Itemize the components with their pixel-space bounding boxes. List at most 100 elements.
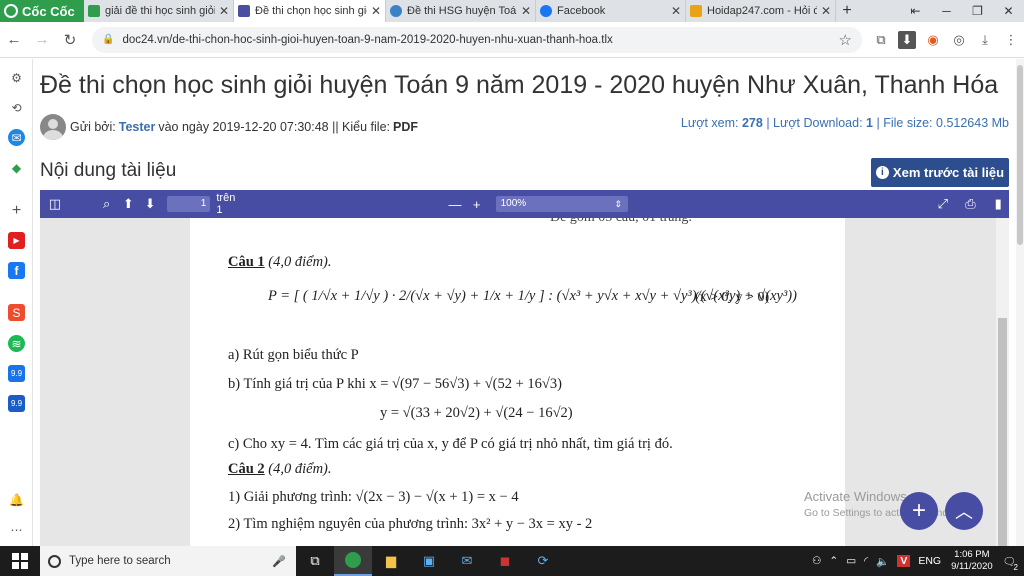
browser-menu-button[interactable]: Cốc Cốc (0, 0, 84, 22)
wifi-icon[interactable]: ◜ (864, 555, 868, 567)
volume-icon[interactable]: 🔈 (876, 555, 889, 568)
author-line: Gửi bởi: Tester vào ngày 2019-12-20 07:3… (40, 114, 418, 140)
next-page-icon[interactable]: ⬇ (139, 196, 161, 212)
start-button[interactable] (0, 546, 40, 576)
scroll-top-button[interactable]: ︿ (945, 492, 983, 530)
tab-4[interactable]: Facebook ✕ (536, 0, 686, 22)
tab-search-button[interactable]: ⇤ (900, 4, 931, 18)
tab-title: giải đề thi học sinh giỏi (105, 5, 215, 17)
tiki-icon[interactable]: 9.9 (8, 365, 25, 382)
pdf-scroll-thumb[interactable] (998, 318, 1007, 546)
unikey-icon[interactable]: V (897, 555, 911, 567)
search-placeholder: Type here to search (69, 555, 171, 567)
restore-button[interactable]: ❐ (962, 4, 993, 18)
forward-arrow-icon[interactable]: → (28, 31, 56, 48)
tab-3[interactable]: Đề thi HSG huyện Toán ✕ (386, 0, 536, 22)
app-icon[interactable]: ⟳ (524, 546, 562, 576)
people-icon[interactable]: ⚇ (812, 555, 821, 567)
youtube-icon[interactable]: ▶ (8, 232, 25, 249)
page-number-input[interactable]: 1 (166, 196, 211, 212)
bookmark-star-icon[interactable]: ☆ (839, 31, 852, 49)
bookmark-icon[interactable]: ▮ (987, 196, 1009, 212)
fullscreen-icon[interactable]: ⤢ (932, 196, 954, 212)
office-icon[interactable]: ◼ (486, 546, 524, 576)
back-arrow-icon[interactable]: ← (0, 31, 28, 48)
hoidap-favicon-icon (690, 5, 702, 17)
file-explorer-icon[interactable]: ▆ (372, 546, 410, 576)
coccoc-extension-icon[interactable]: ◉ (920, 27, 946, 53)
download-manager-icon[interactable]: ⤓ (972, 27, 998, 53)
close-tab-icon[interactable]: ✕ (371, 4, 381, 18)
q1-part-c: c) Cho xy = 4. Tìm các giá trị của x, y … (228, 436, 673, 452)
close-tab-icon[interactable]: ✕ (219, 4, 229, 18)
page-scroll-thumb[interactable] (1017, 65, 1023, 245)
tray-expand-icon[interactable]: ⌃ (829, 555, 838, 567)
file-type: PDF (393, 120, 419, 134)
file-size: 0.512643 Mb (936, 116, 1009, 130)
store-icon[interactable]: ▣ (410, 546, 448, 576)
previous-page-icon[interactable]: ⬆ (117, 196, 139, 212)
tab-2-active[interactable]: Đề thi chọn học sinh giỏi ✕ (234, 0, 386, 22)
download-icon[interactable]: ⬇ (898, 30, 916, 49)
search-icon[interactable]: ⌕ (96, 196, 118, 212)
url-field[interactable]: 🔒 doc24.vn/de-thi-chon-hoc-sinh-gioi-huy… (92, 26, 862, 53)
floating-add-button[interactable]: + (900, 492, 938, 530)
mail-icon[interactable]: ✉ (448, 546, 486, 576)
menu-kebab-icon[interactable]: ⋮ (998, 27, 1024, 53)
history-icon[interactable]: ⟲ (8, 99, 25, 116)
tab-bar: Cốc Cốc giải đề thi học sinh giỏi ✕ Đề t… (0, 0, 1024, 22)
close-window-button[interactable]: ✕ (993, 4, 1024, 18)
zoom-select[interactable]: 100% (495, 196, 628, 212)
games-icon[interactable]: ◆ (8, 159, 25, 176)
extension-icon[interactable]: ⧉ (868, 27, 894, 53)
messenger-icon[interactable]: ✉ (8, 129, 25, 146)
microphone-icon[interactable]: 🎤 (272, 555, 286, 568)
q2-points: (4,0 điểm). (268, 461, 332, 477)
lock-icon[interactable]: 🔒 (102, 34, 114, 45)
action-center-icon[interactable]: 🗨 2 (1003, 555, 1018, 572)
sale-icon[interactable]: 9.9 (8, 395, 25, 412)
q1-points: (4,0 điểm). (268, 254, 332, 270)
author-link[interactable]: Tester (119, 120, 156, 134)
q1-condition: (x > 0, y > 0) (695, 290, 770, 305)
profile-icon[interactable]: ◎ (946, 27, 972, 53)
add-icon[interactable]: + (8, 202, 25, 219)
q1-part-b: b) Tính giá trị của P khi x = √(97 − 56√… (228, 376, 562, 392)
spotify-icon[interactable]: ≋ (8, 335, 25, 352)
taskbar-search-box[interactable]: Type here to search 🎤 (40, 546, 296, 576)
minimize-button[interactable]: ─ (931, 4, 962, 18)
new-tab-button[interactable]: + (836, 2, 858, 20)
preview-document-button[interactable]: i Xem trước tài liệu (871, 158, 1009, 187)
settings-icon[interactable]: ⚙ (8, 69, 25, 86)
notification-icon[interactable]: 🔔 (8, 491, 25, 508)
browser-sidebar: ⚙ ⟲ ✉ ◆ + ▶ f S ≋ 9.9 9.9 🔔 ⋯ (0, 59, 33, 546)
clock-time: 1:06 PM (954, 549, 990, 560)
network-icon[interactable]: ▭ (846, 555, 856, 567)
reload-icon[interactable]: ↻ (56, 31, 84, 49)
notification-count: 2 (1013, 562, 1018, 572)
close-tab-icon[interactable]: ✕ (671, 4, 681, 18)
web-page: Đề thi chọn học sinh giỏi huyện Toán 9 n… (34, 59, 1024, 546)
sidebar-toggle-icon[interactable]: ◫ (44, 196, 66, 212)
pdf-scrollbar[interactable] (996, 218, 1009, 546)
close-tab-icon[interactable]: ✕ (821, 4, 831, 18)
tab-1[interactable]: giải đề thi học sinh giỏi ✕ (84, 0, 234, 22)
coccoc-taskbar-icon[interactable] (334, 546, 372, 576)
print-icon[interactable]: ⎙ (960, 196, 982, 212)
coccoc-logo-icon (4, 4, 18, 18)
tab-5[interactable]: Hoidap247.com - Hỏi đ ✕ (686, 0, 836, 22)
system-tray: ⚇ ⌃ ▭ ◜ 🔈 V ENG 1:06 PM 9/11/2020 🗨 2 (808, 549, 1024, 573)
close-tab-icon[interactable]: ✕ (521, 4, 531, 18)
q2-title: Câu 2 (228, 461, 265, 477)
page-scrollbar[interactable] (1016, 59, 1024, 546)
zoom-out-icon[interactable]: — (444, 197, 466, 212)
zoom-in-icon[interactable]: + (466, 197, 488, 212)
language-indicator[interactable]: ENG (918, 555, 941, 567)
more-icon[interactable]: ⋯ (8, 521, 25, 538)
shopee-icon[interactable]: S (8, 304, 25, 321)
facebook-favicon-icon (540, 5, 552, 17)
url-text: doc24.vn/de-thi-chon-hoc-sinh-gioi-huyen… (122, 33, 613, 46)
facebook-icon[interactable]: f (8, 262, 25, 279)
task-view-icon[interactable]: ⧉ (296, 546, 334, 576)
clock[interactable]: 1:06 PM 9/11/2020 (951, 549, 993, 573)
